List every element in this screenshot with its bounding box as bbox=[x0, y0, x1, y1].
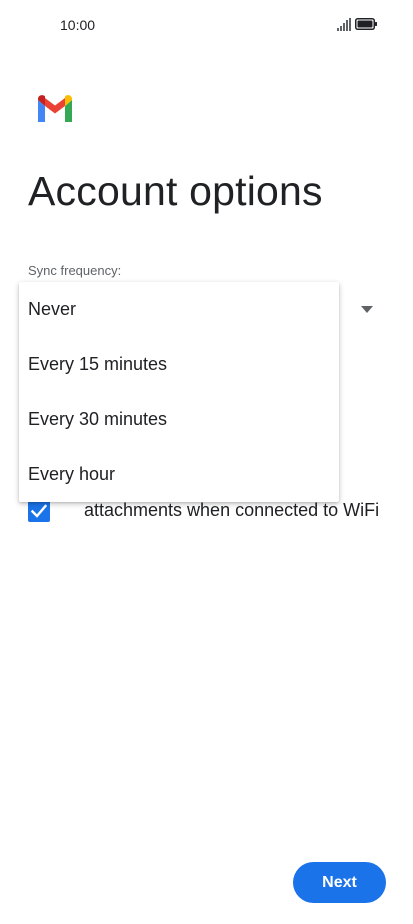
page-title: Account options bbox=[28, 168, 323, 214]
menu-option-every-hour[interactable]: Every hour bbox=[19, 447, 339, 502]
status-time: 10:00 bbox=[60, 17, 96, 33]
menu-option-never[interactable]: Never bbox=[19, 282, 339, 337]
status-bar: 10:00 bbox=[0, 0, 413, 50]
sync-frequency-label: Sync frequency: bbox=[28, 263, 122, 278]
signal-icon bbox=[337, 18, 351, 31]
download-attachments-checkbox[interactable] bbox=[28, 500, 50, 522]
sync-frequency-menu: Never Every 15 minutes Every 30 minutes … bbox=[19, 282, 339, 502]
gmail-logo-icon bbox=[38, 95, 72, 122]
menu-option-every-15-minutes[interactable]: Every 15 minutes bbox=[19, 337, 339, 392]
checkmark-icon bbox=[31, 504, 47, 518]
battery-icon bbox=[355, 18, 377, 30]
menu-option-every-30-minutes[interactable]: Every 30 minutes bbox=[19, 392, 339, 447]
dropdown-arrow-icon[interactable] bbox=[361, 306, 373, 313]
next-button[interactable]: Next bbox=[293, 862, 386, 903]
